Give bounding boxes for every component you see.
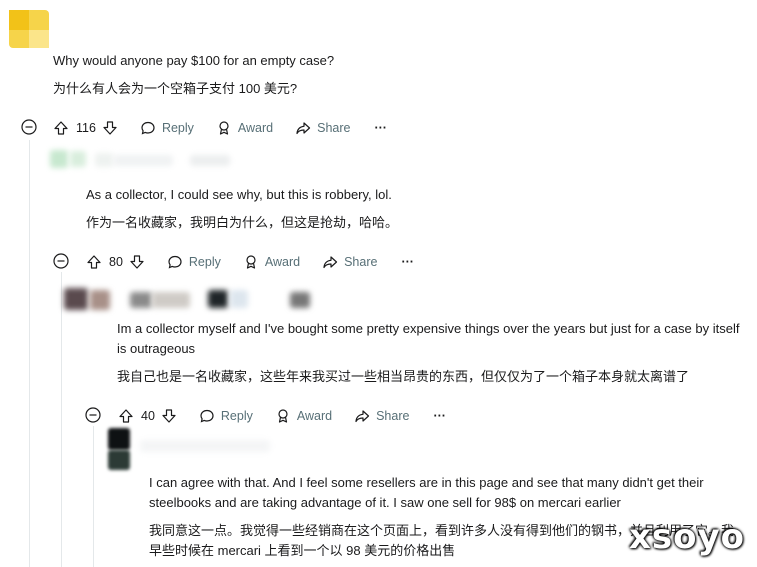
comment-text-zh: 我自己也是一名收藏家，这些年来我买过一些相当昂贵的东西，但仅仅为了一个箱子本身就… [117,369,690,384]
more-options-button[interactable]: ··· [433,409,446,423]
award-label: Award [296,409,333,423]
reply-label: Reply [220,409,253,423]
comment-actions: 40 Reply Award Share ··· [118,406,446,426]
arrow-up-icon [118,408,134,424]
award-icon [275,408,291,424]
reply-label: Reply [188,255,221,269]
vote-count: 40 [141,409,155,423]
award-icon [216,120,232,136]
reply-button[interactable]: Reply [199,408,253,424]
reply-button[interactable]: Reply [140,120,194,136]
comment-text-en: I can agree with that. And I feel some r… [149,475,704,510]
comment-text-zh: 为什么有人会为一个空箱子支付 100 美元? [53,81,298,96]
downvote-button[interactable] [129,254,145,270]
downvote-button[interactable] [102,120,118,136]
award-label: Award [264,255,301,269]
share-arrow-icon [322,254,338,270]
comment-bubble-icon [167,254,183,270]
comment-actions: 116 Reply Award Share ··· [53,118,387,138]
reply-label: Reply [161,121,194,135]
share-arrow-icon [354,408,370,424]
collapse-thread-button[interactable] [21,119,37,135]
share-button[interactable]: Share [295,120,350,136]
comment-text-en: As a collector, I could see why, but thi… [86,187,392,202]
avatar[interactable] [9,10,51,48]
collapse-thread-button[interactable] [85,407,101,423]
award-label: Award [237,121,274,135]
arrow-down-icon [129,254,145,270]
share-button[interactable]: Share [322,254,377,270]
collapse-thread-button[interactable] [53,253,69,269]
comment-actions: 80 Reply Award Share ··· [86,252,414,272]
comment-text-en: Why would anyone pay $100 for an empty c… [53,53,335,68]
award-icon [243,254,259,270]
thread-line [93,426,94,567]
award-button[interactable]: Award [275,408,332,424]
vote-count: 80 [109,255,123,269]
award-button[interactable]: Award [216,120,273,136]
comment-bubble-icon [140,120,156,136]
comment-text-en: Im a collector myself and I've bought so… [117,321,740,356]
vote-count: 116 [76,121,96,135]
share-label: Share [317,121,351,135]
thread-line [61,272,62,567]
downvote-button[interactable] [161,408,177,424]
upvote-button[interactable] [53,120,69,136]
share-label: Share [344,255,378,269]
arrow-up-icon [53,120,69,136]
upvote-button[interactable] [86,254,102,270]
arrow-down-icon [161,408,177,424]
more-options-button[interactable]: ··· [401,255,414,269]
more-options-button[interactable]: ··· [374,121,387,135]
reply-button[interactable]: Reply [167,254,221,270]
thread-line [29,140,30,567]
arrow-down-icon [102,120,118,136]
upvote-button[interactable] [118,408,134,424]
arrow-up-icon [86,254,102,270]
comment-bubble-icon [199,408,215,424]
share-label: Share [376,409,410,423]
share-arrow-icon [295,120,311,136]
watermark: xsoyo [628,517,745,557]
share-button[interactable]: Share [354,408,409,424]
comment-text-zh: 作为一名收藏家，我明白为什么，但这是抢劫，哈哈。 [86,215,399,230]
award-button[interactable]: Award [243,254,300,270]
